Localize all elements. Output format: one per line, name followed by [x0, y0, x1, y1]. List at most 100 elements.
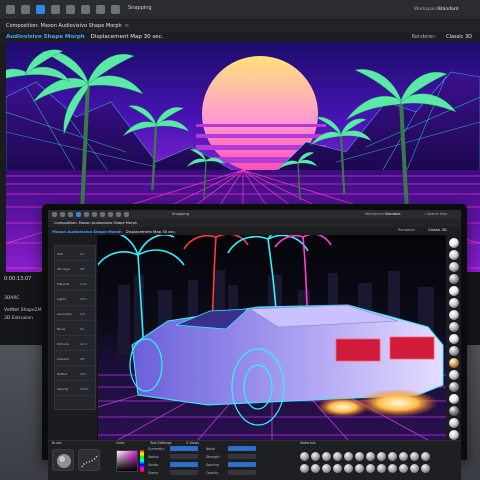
layer-row[interactable]: 3DARC: [4, 296, 19, 301]
breadcrumb-item[interactable]: Audiovisivo Shape Morph: [0, 34, 85, 40]
close-icon[interactable]: ≡: [125, 23, 129, 29]
control-field[interactable]: [228, 470, 256, 475]
renderer-select[interactable]: Classic 3D: [428, 228, 447, 232]
material-ball-icon[interactable]: [449, 346, 459, 356]
property-value[interactable]: Off: [80, 357, 84, 361]
front-composition-viewport[interactable]: [98, 235, 446, 440]
breadcrumb-item[interactable]: Displacement Map 30 sec.: [85, 34, 164, 40]
material-ball-icon[interactable]: [449, 382, 459, 392]
breadcrumb-item[interactable]: Maxon Audiovisivo Shape Morph: [48, 229, 122, 234]
brush-preset-icon[interactable]: [399, 452, 408, 461]
toolbar-icon[interactable]: [51, 5, 60, 14]
tab-materials[interactable]: Materials: [300, 441, 316, 445]
brush-icon[interactable]: [52, 449, 74, 471]
brush-preset-icon[interactable]: [366, 452, 375, 461]
toolbar-icon[interactable]: [84, 212, 89, 217]
toolbar-icon[interactable]: [124, 212, 129, 217]
brush-preset-icon[interactable]: [355, 464, 364, 473]
material-ball-icon[interactable]: [449, 418, 459, 428]
brush-preset-icon[interactable]: [322, 464, 331, 473]
toolbar-icon[interactable]: [36, 5, 45, 14]
toolbar-icon[interactable]: [116, 212, 121, 217]
property-value[interactable]: 2.0: [80, 312, 85, 316]
control-field[interactable]: [170, 462, 198, 467]
brush-preset-icon[interactable]: [344, 464, 353, 473]
control-field[interactable]: [228, 454, 256, 459]
brush-preset-icon[interactable]: [333, 464, 342, 473]
property-value[interactable]: 12.0: [80, 342, 87, 346]
tab-tool-settings[interactable]: Tool Settings: [150, 441, 172, 445]
tab-color[interactable]: Color: [116, 441, 125, 445]
property-value[interactable]: On: [80, 327, 84, 331]
brush-preset-icon[interactable]: [300, 464, 309, 473]
brush-preset-icon[interactable]: [300, 452, 309, 461]
material-ball-icon[interactable]: [449, 274, 459, 284]
toolbar-icon[interactable]: [66, 5, 75, 14]
toolbar-icon[interactable]: [81, 5, 90, 14]
layer-row[interactable]: 3D Extrusion: [4, 316, 33, 321]
snapping-label[interactable]: Snapping: [172, 212, 189, 216]
workspace-select[interactable]: Standard: [385, 212, 400, 216]
property-value[interactable]: 100%: [80, 387, 89, 391]
stroke-preview-icon[interactable]: [78, 449, 100, 471]
brush-preset-icon[interactable]: [388, 464, 397, 473]
brush-preset-icon[interactable]: [421, 452, 430, 461]
toolbar-icon[interactable]: [68, 212, 73, 217]
brush-preset-icon[interactable]: [311, 464, 320, 473]
tab-composition[interactable]: Composition: Maxon Audiovisivo Shape Mor…: [48, 221, 137, 225]
control-field[interactable]: [170, 470, 198, 475]
brush-preset-icon[interactable]: [421, 464, 430, 473]
brush-preset-icon[interactable]: [311, 452, 320, 461]
toolbar-icon[interactable]: [92, 212, 97, 217]
renderer-select[interactable]: Classic 3D: [446, 34, 472, 40]
control-field[interactable]: [170, 446, 198, 451]
control-field[interactable]: [170, 454, 198, 459]
tab-brush[interactable]: Brush: [52, 441, 62, 445]
hue-slider[interactable]: [140, 450, 144, 472]
property-value[interactable]: 50%: [80, 297, 87, 301]
zoom-readout[interactable]: 0 Views: [186, 441, 199, 445]
brush-preset-icon[interactable]: [410, 464, 419, 473]
brush-preset-icon[interactable]: [377, 452, 386, 461]
search-help-field[interactable]: ⌕ Search Help: [424, 212, 447, 216]
material-ball-icon[interactable]: [449, 406, 459, 416]
toolbar-icon[interactable]: [96, 5, 105, 14]
material-ball-icon[interactable]: [449, 358, 459, 368]
material-ball-icon[interactable]: [449, 250, 459, 260]
material-ball-icon[interactable]: [449, 322, 459, 332]
property-value[interactable]: Off: [80, 267, 84, 271]
brush-preset-icon[interactable]: [377, 464, 386, 473]
workspace-select[interactable]: Standard: [438, 7, 458, 12]
material-ball-icon[interactable]: [449, 238, 459, 248]
toolbar-icon[interactable]: [111, 5, 120, 14]
toolbar-icon[interactable]: [21, 5, 30, 14]
material-ball-icon[interactable]: [449, 430, 459, 440]
property-value[interactable]: 30%: [80, 372, 87, 376]
brush-preset-icon[interactable]: [410, 452, 419, 461]
brush-preset-icon[interactable]: [322, 452, 331, 461]
material-ball-icon[interactable]: [449, 310, 459, 320]
material-ball-icon[interactable]: [449, 298, 459, 308]
brush-preset-icon[interactable]: [388, 452, 397, 461]
color-picker[interactable]: [116, 450, 138, 472]
toolbar-icon[interactable]: [52, 212, 57, 217]
snapping-label[interactable]: Snapping: [128, 5, 152, 11]
brush-preset-icon[interactable]: [399, 464, 408, 473]
material-ball-icon[interactable]: [449, 334, 459, 344]
control-field[interactable]: [228, 462, 256, 467]
toolbar-icon[interactable]: [60, 212, 65, 217]
breadcrumb-item[interactable]: Displacement Map 30 sec.: [122, 229, 176, 234]
brush-preset-icon[interactable]: [355, 452, 364, 461]
brush-preset-icon[interactable]: [344, 452, 353, 461]
material-ball-icon[interactable]: [449, 370, 459, 380]
material-ball-icon[interactable]: [449, 286, 459, 296]
brush-preset-icon[interactable]: [366, 464, 375, 473]
brush-preset-icon[interactable]: [333, 452, 342, 461]
toolbar-icon[interactable]: [100, 212, 105, 217]
property-value[interactable]: Auto: [80, 282, 87, 286]
control-field[interactable]: [228, 446, 256, 451]
toolbar-icon[interactable]: [6, 5, 15, 14]
material-ball-icon[interactable]: [449, 394, 459, 404]
tab-composition[interactable]: Composition: Maxon Audiovisivo Shape Mor…: [0, 23, 135, 29]
property-value[interactable]: On: [80, 252, 84, 256]
